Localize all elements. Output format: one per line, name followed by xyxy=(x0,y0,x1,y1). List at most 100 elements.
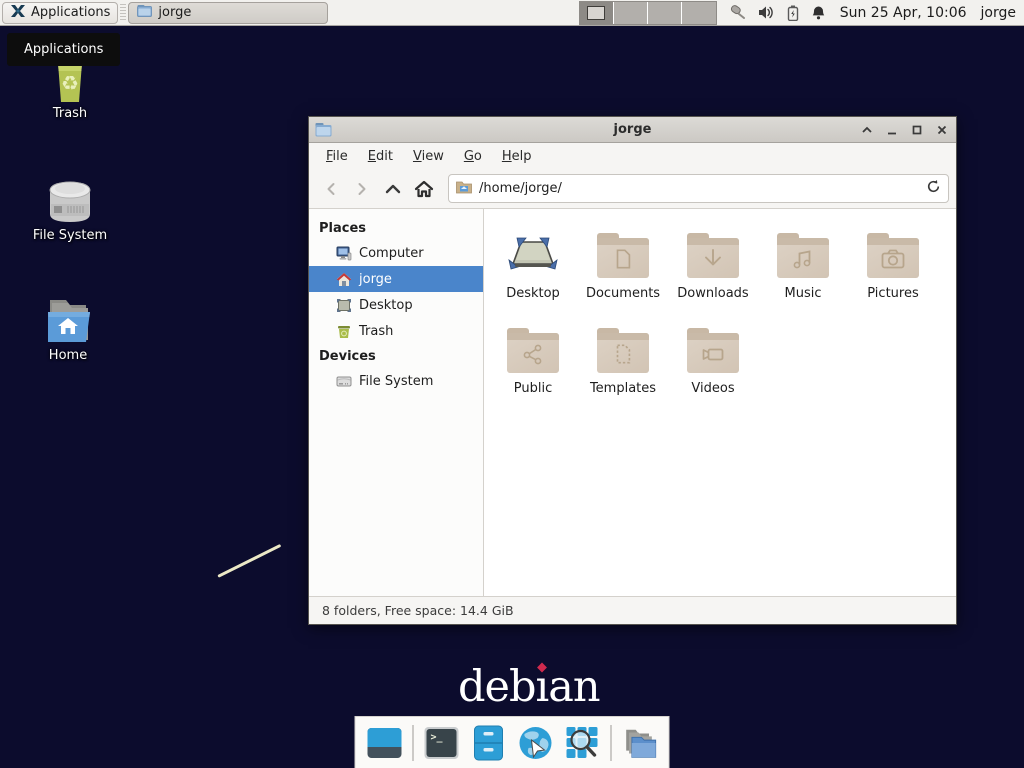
workspace-2[interactable] xyxy=(614,2,648,24)
debian-logo-text: deb xyxy=(458,662,536,712)
bottom-dock: >_ xyxy=(355,716,670,768)
trash-icon xyxy=(336,324,352,339)
menu-edit[interactable]: Edit xyxy=(359,146,402,167)
workspace-switcher[interactable] xyxy=(579,1,717,25)
menu-go[interactable]: Go xyxy=(455,146,491,167)
application-finder-button[interactable] xyxy=(564,724,602,762)
statusbar-text: 8 folders, Free space: 14.4 GiB xyxy=(322,603,514,618)
window-menubar: File Edit View Go Help xyxy=(309,143,956,169)
taskbar-window-button[interactable]: jorge xyxy=(128,2,328,24)
hard-drive-icon xyxy=(18,172,122,226)
file-item-music[interactable]: Music xyxy=(758,223,848,318)
sidebar-item-trash[interactable]: Trash xyxy=(309,318,483,344)
file-item-videos[interactable]: Videos xyxy=(668,318,758,413)
workspace-4[interactable] xyxy=(682,2,716,24)
file-item-label: Videos xyxy=(691,381,734,396)
window-statusbar: 8 folders, Free space: 14.4 GiB xyxy=(309,596,956,624)
sidebar-item-label: Desktop xyxy=(359,298,413,313)
forward-button[interactable] xyxy=(347,175,376,203)
folder-icon-pictures xyxy=(867,238,919,278)
desktop-icon-label: Home xyxy=(16,348,120,363)
sidebar-item-jorge[interactable]: jorge xyxy=(309,266,483,292)
terminal-button[interactable]: >_ xyxy=(423,724,461,762)
workspace-3[interactable] xyxy=(648,2,682,24)
reload-icon[interactable] xyxy=(926,179,941,198)
file-item-pictures[interactable]: Pictures xyxy=(848,223,938,318)
applications-tooltip: Applications xyxy=(7,33,120,66)
desktop-icon-label: Trash xyxy=(18,106,122,121)
volume-icon[interactable] xyxy=(758,5,775,20)
file-item-templates[interactable]: Templates xyxy=(578,318,668,413)
file-view[interactable]: Desktop Documents Downloads xyxy=(484,209,956,596)
web-browser-button[interactable] xyxy=(517,724,555,762)
close-button[interactable] xyxy=(934,122,950,138)
folder-icon-videos xyxy=(687,333,739,373)
applications-menu-button[interactable]: Applications xyxy=(2,2,118,24)
file-item-label: Desktop xyxy=(506,286,560,301)
menu-view[interactable]: View xyxy=(404,146,453,167)
panel-clock[interactable]: Sun 25 Apr, 10:06 xyxy=(840,5,967,21)
file-item-desktop[interactable]: Desktop xyxy=(488,223,578,318)
file-cabinet-icon xyxy=(472,724,506,762)
sidebar-item-label: File System xyxy=(359,374,433,389)
sidebar-item-computer[interactable]: Computer xyxy=(309,240,483,266)
menu-file[interactable]: File xyxy=(317,146,357,167)
top-panel: Applications jorge xyxy=(0,0,1024,26)
window-toolbar: /home/jorge/ xyxy=(309,169,956,209)
file-manager-button[interactable] xyxy=(470,724,508,762)
web-browser-globe-icon xyxy=(517,724,555,762)
folder-icon-downloads xyxy=(687,238,739,278)
svg-text:♻: ♻ xyxy=(61,71,79,95)
folder-icon-public xyxy=(507,333,559,373)
back-button[interactable] xyxy=(316,175,345,203)
file-item-downloads[interactable]: Downloads xyxy=(668,223,758,318)
home-icon xyxy=(336,272,352,287)
menu-help[interactable]: Help xyxy=(493,146,541,167)
desktop-icon xyxy=(336,298,352,313)
path-input[interactable]: /home/jorge/ xyxy=(479,181,919,196)
sidebar-item-desktop[interactable]: Desktop xyxy=(309,292,483,318)
file-item-public[interactable]: Public xyxy=(488,318,578,413)
mouse-icon[interactable] xyxy=(727,5,746,21)
desktop-icon-home[interactable]: Home xyxy=(16,292,120,363)
file-item-label: Templates xyxy=(590,381,656,396)
file-item-label: Public xyxy=(514,381,552,396)
home-folder-icon xyxy=(16,292,120,346)
devices-header: Devices xyxy=(309,344,483,368)
file-item-label: Music xyxy=(785,286,822,301)
desktop-icon-label: File System xyxy=(18,228,122,243)
taskbar-window-label: jorge xyxy=(158,5,191,20)
dock-separator xyxy=(413,725,414,761)
sidebar-item-file-system[interactable]: File System xyxy=(309,368,483,394)
file-item-label: Documents xyxy=(586,286,660,301)
home-button[interactable] xyxy=(409,175,438,203)
minimize-button[interactable] xyxy=(884,122,900,138)
up-button[interactable] xyxy=(378,175,407,203)
sidebar-item-label: jorge xyxy=(359,272,392,287)
path-bar[interactable]: /home/jorge/ xyxy=(448,174,949,203)
workspace-1[interactable] xyxy=(580,2,614,24)
stray-line-artifact xyxy=(217,544,281,578)
notifications-bell-icon[interactable] xyxy=(811,5,826,21)
maximize-button[interactable] xyxy=(909,122,925,138)
folder-icon-templates xyxy=(597,333,649,373)
file-item-documents[interactable]: Documents xyxy=(578,223,668,318)
applications-menu-label: Applications xyxy=(31,5,110,20)
home-directory-button[interactable] xyxy=(621,724,659,762)
show-desktop-button[interactable] xyxy=(366,724,404,762)
places-sidebar: Places Computer jorge xyxy=(309,209,484,596)
panel-username[interactable]: jorge xyxy=(981,5,1016,21)
sidebar-item-label: Computer xyxy=(359,246,424,261)
folder-icon-music xyxy=(777,238,829,278)
shade-button[interactable] xyxy=(859,122,875,138)
battery-icon[interactable] xyxy=(787,5,799,21)
desktop-icon-file-system[interactable]: File System xyxy=(18,172,122,243)
path-folder-icon xyxy=(456,180,472,198)
folder-stack-icon xyxy=(621,725,659,761)
folder-icon-documents xyxy=(597,238,649,278)
window-titlebar[interactable]: jorge xyxy=(309,117,956,143)
system-tray xyxy=(727,5,826,21)
desktop-workspace-icon xyxy=(507,223,559,285)
panel-handle[interactable] xyxy=(120,4,126,22)
taskbar-window-icon xyxy=(137,4,152,21)
